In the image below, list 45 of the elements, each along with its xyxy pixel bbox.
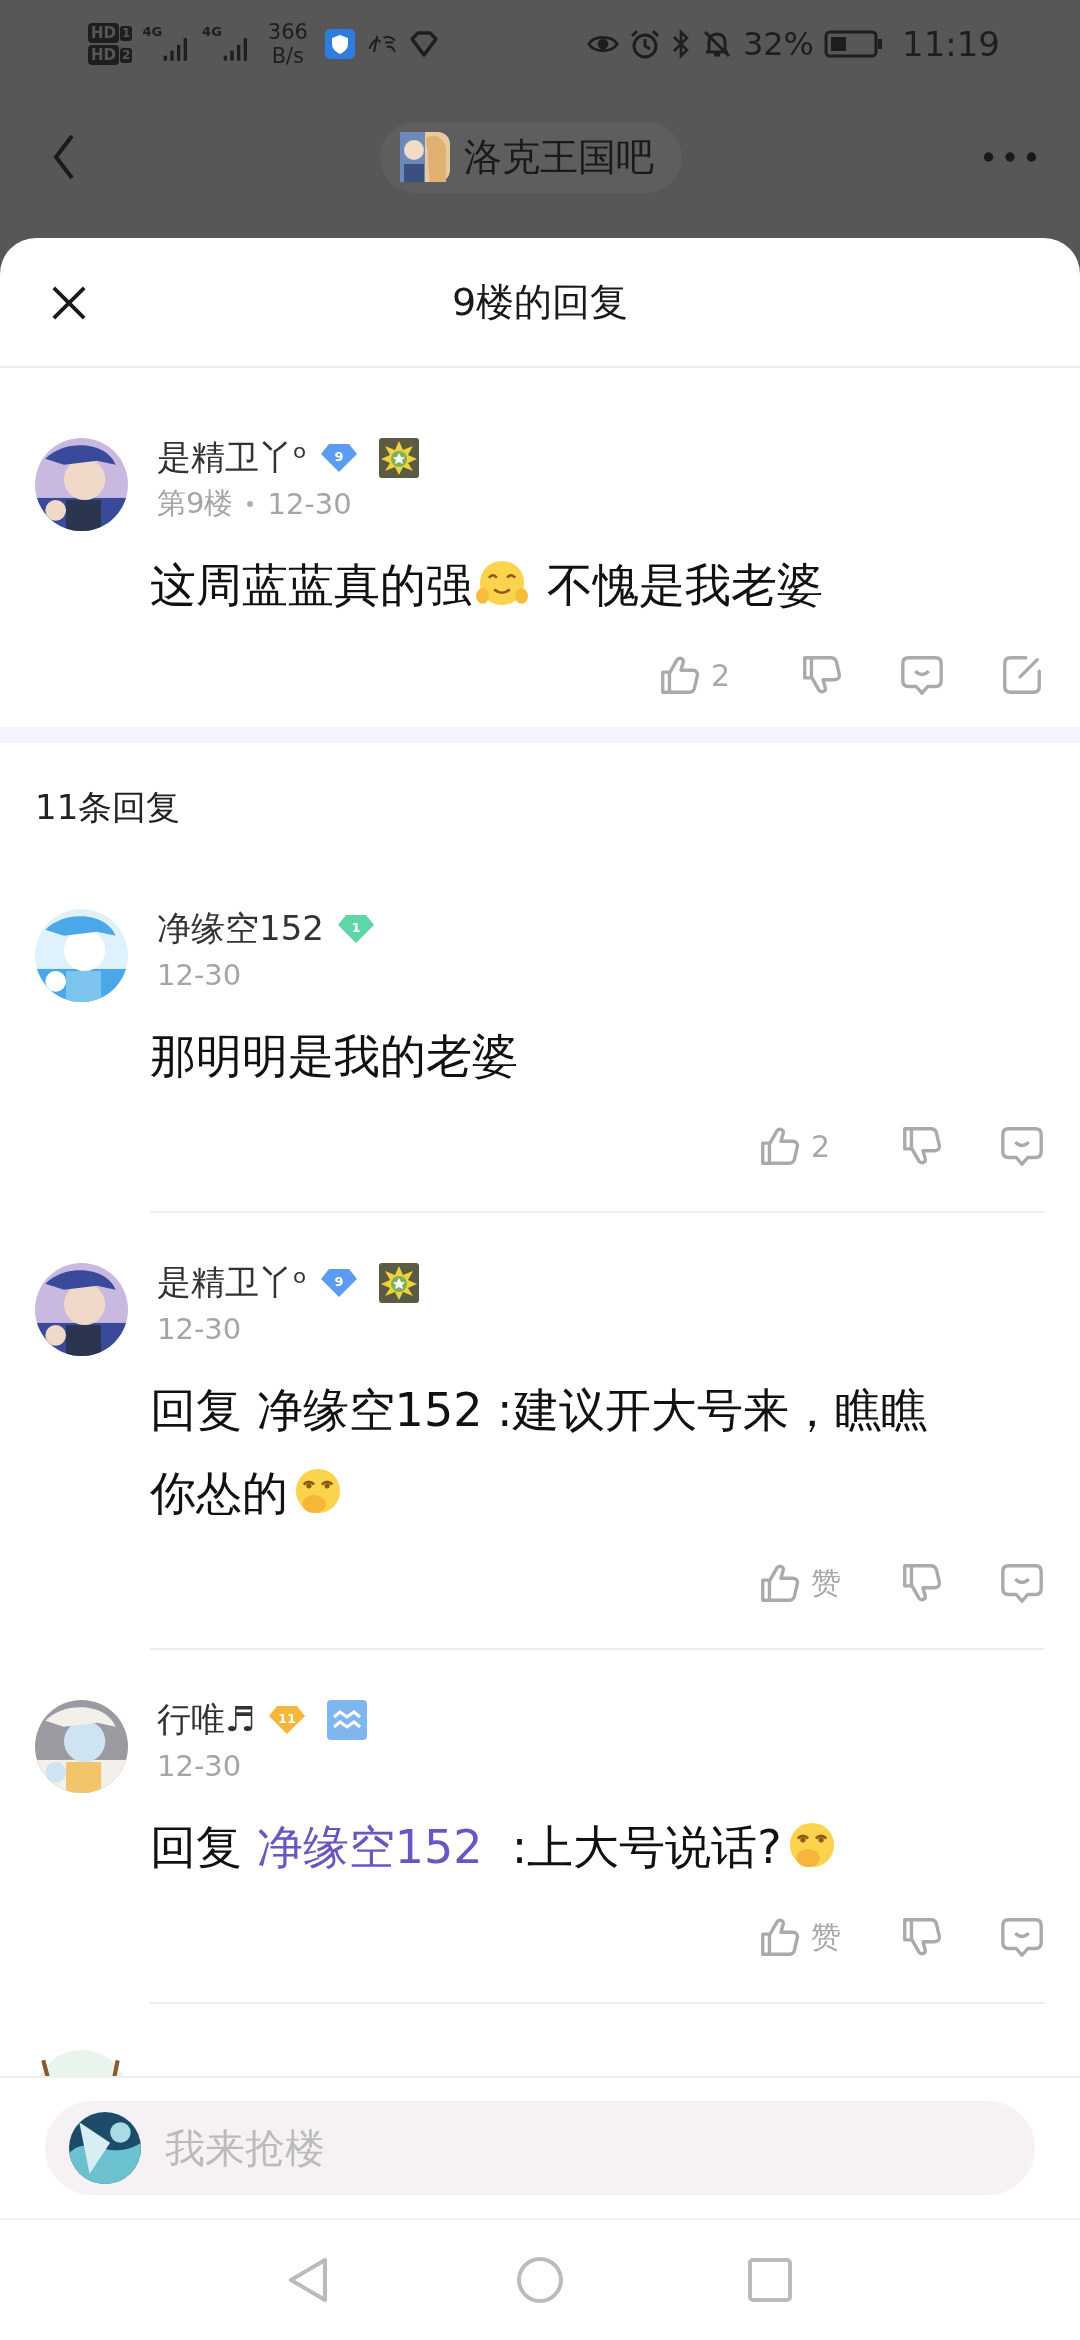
recents-nav-icon[interactable] bbox=[745, 2255, 795, 2305]
reply-input-field[interactable]: 我来抢楼 bbox=[45, 2101, 1035, 2195]
comment-text: 回复 净缘空152 :建议开大号来，瞧瞧你怂的 bbox=[150, 1382, 928, 1522]
post-date: 12-30 bbox=[157, 1312, 242, 1346]
battery-icon bbox=[824, 28, 884, 60]
reply-count: 11条回复 bbox=[34, 786, 182, 829]
shield-icon bbox=[323, 28, 356, 60]
user-name[interactable]: 是精卫丫ᵒ bbox=[157, 1260, 308, 1306]
sim-slot: 1 bbox=[120, 25, 133, 41]
level-badge: 11 bbox=[267, 1704, 308, 1736]
alarm-icon bbox=[628, 28, 661, 60]
post-date: 12-30 bbox=[267, 487, 352, 521]
medal-icon bbox=[379, 1263, 420, 1303]
post-date: 12-30 bbox=[157, 958, 242, 992]
user-name[interactable]: 是精卫丫ᵒ bbox=[157, 435, 308, 481]
sheet-title: 9楼的回复 bbox=[451, 278, 629, 326]
more-icon[interactable] bbox=[982, 150, 1038, 164]
network-speed: 366 bbox=[267, 20, 308, 44]
network-type: 4G bbox=[142, 24, 163, 39]
user-name[interactable]: 行唯♬ bbox=[157, 1697, 256, 1743]
network-type: 4G bbox=[202, 24, 222, 39]
separator-dot bbox=[247, 501, 254, 507]
comment-text: 那明明是我的老婆 bbox=[150, 1028, 519, 1085]
post-date: 12-30 bbox=[157, 1749, 242, 1783]
sim-label: HD bbox=[88, 23, 119, 43]
floor-number: 第9楼 bbox=[157, 485, 234, 522]
sim-slot: 2 bbox=[120, 47, 133, 63]
wave-badge-icon bbox=[327, 1700, 368, 1740]
medal-icon bbox=[379, 438, 420, 478]
battery-percent: 32% bbox=[742, 25, 814, 63]
home-nav-icon[interactable] bbox=[515, 2255, 565, 2305]
level-badge: 1 bbox=[335, 913, 376, 945]
mention-link[interactable]: 净缘空152 bbox=[256, 1820, 483, 1874]
comment-text: 这周蓝蓝真的强 不愧是我老婆 bbox=[150, 556, 824, 614]
reply-text-input[interactable]: 我来抢楼 bbox=[163, 2124, 1011, 2172]
user-name[interactable]: 净缘空152 bbox=[157, 906, 324, 952]
comment-text: 回复 净缘空152 :上大号说话? bbox=[150, 1806, 970, 1889]
sim-label: HD bbox=[88, 45, 119, 65]
diamond-icon bbox=[407, 28, 440, 60]
close-icon[interactable] bbox=[50, 284, 88, 322]
speed-unit: B/s bbox=[271, 44, 305, 68]
clock: 11:19 bbox=[902, 24, 1000, 64]
bluetooth-icon bbox=[670, 28, 691, 60]
level-badge: 9 bbox=[319, 1267, 360, 1299]
level-badge: 9 bbox=[319, 442, 360, 474]
